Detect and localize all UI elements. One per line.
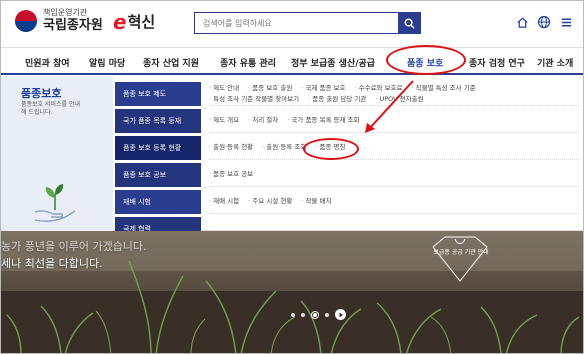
page-frame: 책임운영기관 국립종자원 e 혁신 검색어를 입력하세요 민원과 참여 알림 마…	[0, 0, 584, 354]
annotation-arrow-icon	[365, 80, 414, 133]
